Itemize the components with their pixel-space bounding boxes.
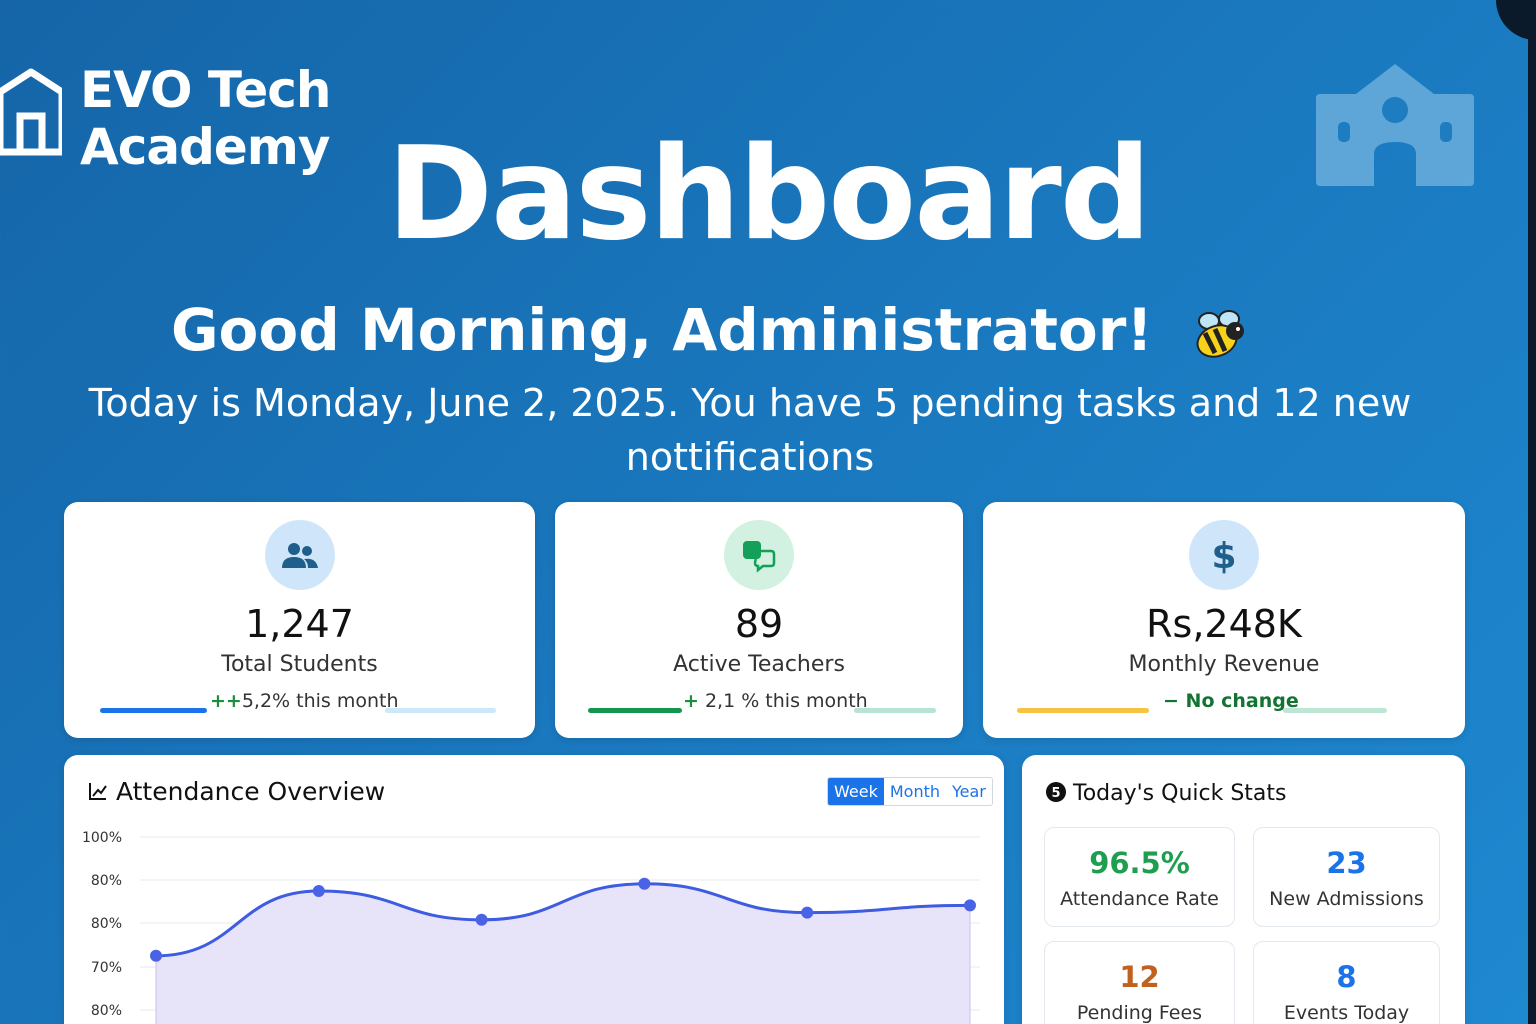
greeting: Good Morning, Administrator! [0, 296, 1420, 365]
data-point [312, 885, 325, 897]
quick-stat-events[interactable]: 8 Events Today [1253, 941, 1440, 1024]
change-symbol: ++ [210, 690, 242, 712]
attendance-panel: Attendance Overview Week Month Year 100%… [64, 755, 1004, 1024]
line-chart-icon [89, 783, 107, 800]
y-tick-label: 80% [91, 916, 122, 932]
period-toggle: Week Month Year [827, 777, 993, 806]
y-tick-label: 70% [91, 960, 122, 976]
stat-change: − No change [1163, 690, 1299, 712]
stat-label: Active Teachers [673, 652, 845, 677]
data-point [638, 877, 651, 890]
progress-track [385, 708, 496, 713]
attendance-title-text: Attendance Overview [115, 777, 386, 806]
stat-card-teachers[interactable]: 89 Active Teachers + 2,1 % this month [555, 502, 963, 738]
quick-stat-value: 23 [1326, 846, 1367, 880]
progress-bar [100, 708, 207, 713]
quick-stat-label: Attendance Rate [1060, 888, 1219, 910]
quick-stat-admissions[interactable]: 23 New Admissions [1253, 827, 1440, 927]
attendance-title: Attendance Overview [88, 777, 385, 806]
quick-stat-attendance[interactable]: 96.5% Attendance Rate [1044, 827, 1235, 927]
change-text: 5,2% this month [241, 690, 399, 712]
quick-stat-value: 96.5% [1089, 846, 1190, 880]
quick-stats-title: 5 Today's Quick Stats [1046, 781, 1287, 806]
stat-label: Monthly Revenue [1128, 652, 1320, 677]
quick-stat-value: 8 [1336, 960, 1357, 994]
quick-stat-label: Pending Fees [1076, 1002, 1203, 1024]
change-text: 2,1 % this month [698, 690, 868, 712]
users-icon [281, 543, 318, 568]
window-edge [1528, 20, 1536, 1024]
quick-stats-title-text: Today's Quick Stats [1073, 781, 1287, 806]
stat-icon-circle [264, 520, 335, 590]
svg-text:5: 5 [1051, 786, 1060, 801]
y-tick-label: 100% [82, 830, 122, 846]
data-point [964, 899, 976, 912]
stat-card-revenue[interactable]: $ Rs,248K Monthly Revenue − No change [983, 502, 1465, 738]
change-symbol: + [683, 690, 699, 712]
quick-stat-label: New Admissions [1269, 888, 1424, 910]
y-tick-label: 80% [91, 1003, 122, 1019]
svg-text:$: $ [1211, 536, 1236, 575]
stat-value: 89 [734, 602, 784, 646]
y-tick-label: 80% [91, 873, 122, 889]
stat-value: Rs,248K [1146, 602, 1302, 646]
tab-month[interactable]: Month [883, 778, 946, 805]
stat-label: Total Students [221, 652, 378, 677]
dollar-icon: $ [1211, 536, 1236, 575]
change-text: No change [1178, 690, 1299, 712]
tab-week[interactable]: Week [828, 778, 884, 805]
brand-name-line1: EVO Tech [80, 61, 331, 119]
stat-change: ++5,2% this month [210, 690, 399, 712]
quick-stat-fees[interactable]: 12 Pending Fees [1044, 941, 1235, 1024]
stat-change: + 2,1 % this month [683, 690, 868, 712]
quick-stat-value: 12 [1119, 960, 1160, 994]
data-point [475, 913, 488, 926]
stat-icon-circle [724, 520, 794, 590]
area-fill [156, 883, 970, 1024]
progress-bar [1017, 708, 1149, 713]
bee-icon [1196, 309, 1245, 358]
quick-stat-label: Events Today [1283, 1002, 1410, 1024]
greeting-text: Good Morning, Administrator! [170, 296, 1153, 364]
data-point [150, 949, 162, 962]
tab-year[interactable]: Year [946, 778, 992, 805]
quick-stats-panel: 5 Today's Quick Stats 96.5% Attendance R… [1022, 755, 1465, 1024]
attendance-chart: 100% 80% 80% 70% 80% [82, 830, 980, 1024]
number-5-badge-icon: 5 [1046, 782, 1066, 802]
change-symbol: − [1163, 690, 1179, 712]
progress-bar [588, 708, 682, 713]
chat-icon [743, 541, 776, 573]
stat-icon-circle: $ [1189, 520, 1259, 590]
data-point [801, 906, 814, 919]
page-title: Dashboard [386, 120, 1152, 269]
progress-track [854, 708, 936, 713]
progress-track [1283, 708, 1387, 713]
stat-value: 1,247 [245, 602, 354, 646]
subtitle: Today is Monday, June 2, 2025. You have … [88, 381, 1412, 479]
stat-card-students[interactable]: 1,247 Total Students ++5,2% this month [64, 502, 535, 738]
